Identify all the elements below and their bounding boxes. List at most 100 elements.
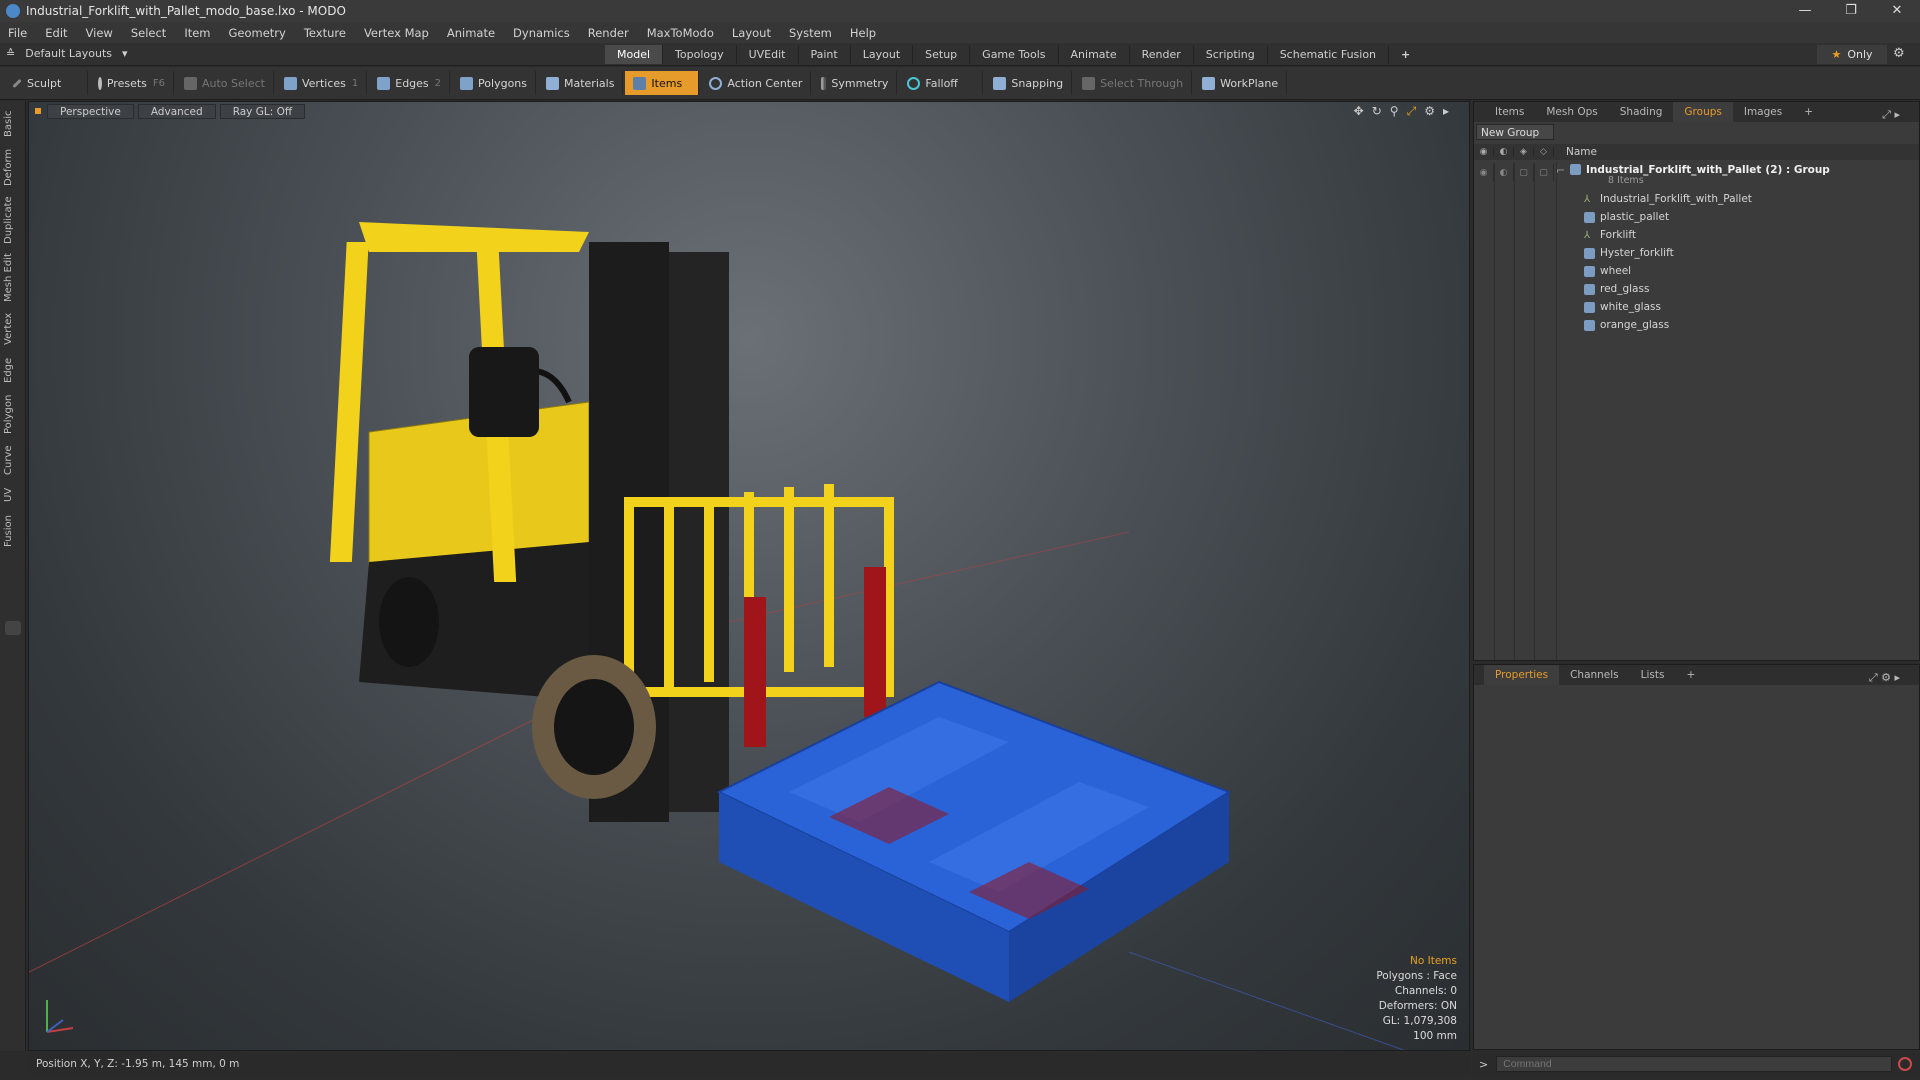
lock-icon[interactable]: ◐ (1494, 147, 1514, 157)
menu-geometry[interactable]: Geometry (229, 26, 286, 40)
restore-button[interactable]: ❐ (1828, 0, 1874, 22)
rotate-icon[interactable]: ↻ (1372, 104, 1382, 119)
tab-schematic-fusion[interactable]: Schematic Fusion (1268, 45, 1390, 64)
only-button[interactable]: ★ Only (1817, 45, 1887, 64)
vtab-basic[interactable]: Basic (3, 109, 23, 139)
row-eye-icon[interactable]: ◉ (1474, 164, 1494, 182)
menu-edit[interactable]: Edit (45, 26, 67, 40)
tab-game-tools[interactable]: Game Tools (970, 45, 1059, 64)
list-item[interactable]: ⅄ Industrial_Forklift_with_Pallet (1474, 190, 1919, 208)
tab-render[interactable]: Render (1130, 45, 1194, 64)
tab-layout[interactable]: Layout (851, 45, 914, 64)
falloff-button[interactable]: Falloff (899, 71, 984, 95)
row-select-icon[interactable]: ▢ (1534, 164, 1554, 182)
list-item[interactable]: Hyster_forklift (1474, 244, 1919, 262)
stop-icon[interactable] (1898, 1057, 1913, 1071)
items-button[interactable]: Items (625, 71, 700, 95)
add-properties-tab-button[interactable]: + (1675, 665, 1706, 685)
add-panel-tab-button[interactable]: + (1793, 102, 1824, 122)
tab-properties[interactable]: Properties (1484, 665, 1560, 685)
properties-settings-icon[interactable]: ⤢ ⚙ ▸ (1858, 668, 1911, 688)
vtab-polygon[interactable]: Polygon (3, 393, 23, 435)
menu-view[interactable]: View (86, 26, 113, 40)
menu-texture[interactable]: Texture (304, 26, 346, 40)
gear-icon[interactable]: ⚙ (1893, 46, 1905, 61)
list-item[interactable]: wheel (1474, 262, 1919, 280)
list-item[interactable]: ⅄ Forklift (1474, 226, 1919, 244)
workplane-button[interactable]: WorkPlane (1194, 71, 1288, 95)
zoom-icon[interactable]: ⚲ (1390, 104, 1399, 119)
collapse-icon[interactable]: ⌐ (1556, 164, 1570, 177)
tab-lists[interactable]: Lists (1630, 665, 1676, 685)
3d-viewport[interactable]: Perspective Advanced Ray GL: Off ✥ ↻ ⚲ ⤢… (28, 101, 1470, 1051)
vtab-edge[interactable]: Edge (3, 355, 23, 385)
tab-images[interactable]: Images (1733, 102, 1793, 122)
vtab-uv[interactable]: UV (3, 485, 23, 505)
add-tab-button[interactable]: + (1389, 45, 1422, 64)
menu-file[interactable]: File (8, 26, 27, 40)
tab-animate[interactable]: Animate (1059, 45, 1130, 64)
row-lock-icon[interactable]: ◐ (1494, 164, 1514, 182)
tab-channels[interactable]: Channels (1559, 665, 1630, 685)
sculpt-button[interactable]: Sculpt (4, 71, 88, 95)
tab-uvedit[interactable]: UVEdit (737, 45, 799, 64)
new-group-button[interactable]: New Group (1476, 124, 1554, 140)
action-center-button[interactable]: Action Center (701, 71, 812, 95)
layout-selector[interactable]: ≙ Default Layouts ▾ (6, 47, 128, 60)
vtab-duplicate[interactable]: Duplicate (3, 195, 23, 245)
viewport-gear-icon[interactable]: ⚙ (1424, 104, 1435, 119)
vtab-vertex[interactable]: Vertex (3, 311, 23, 347)
tab-paint[interactable]: Paint (799, 45, 851, 64)
select-icon[interactable]: ◇ (1534, 147, 1554, 157)
close-button[interactable]: ✕ (1874, 0, 1920, 22)
list-item[interactable]: white_glass (1474, 298, 1919, 316)
auto-select-button[interactable]: Auto Select (176, 71, 274, 95)
fit-icon[interactable]: ⤢ (1407, 104, 1417, 119)
menu-maxtomodo[interactable]: MaxToModo (647, 26, 714, 40)
list-item[interactable]: orange_glass (1474, 316, 1919, 334)
vtab-curve[interactable]: Curve (3, 443, 23, 477)
menu-item[interactable]: Item (184, 26, 210, 40)
row-render-icon[interactable]: ▢ (1514, 164, 1534, 182)
menu-layout[interactable]: Layout (732, 26, 771, 40)
render-icon[interactable]: ◈ (1514, 147, 1534, 157)
viewport-expand-icon[interactable]: ▸ (1443, 104, 1449, 119)
materials-button[interactable]: Materials (538, 71, 624, 95)
menu-select[interactable]: Select (131, 26, 166, 40)
group-row[interactable]: ◉ ◐ ▢ ▢ ⌐ Industrial_Forklift_with_Palle… (1474, 162, 1919, 190)
tab-toggle-button[interactable] (5, 621, 21, 635)
tab-mesh-ops[interactable]: Mesh Ops (1535, 102, 1608, 122)
tab-topology[interactable]: Topology (663, 45, 737, 64)
layout-collapse-icon[interactable]: ≙ (6, 47, 15, 60)
menu-help[interactable]: Help (850, 26, 876, 40)
vtab-fusion[interactable]: Fusion (3, 513, 23, 549)
menu-system[interactable]: System (789, 26, 832, 40)
menu-animate[interactable]: Animate (447, 26, 495, 40)
panel-expand-icon[interactable]: ⤢ ▸ (1871, 105, 1911, 125)
polygons-button[interactable]: Polygons (452, 71, 536, 95)
menu-vertex-map[interactable]: Vertex Map (364, 26, 429, 40)
minimize-button[interactable]: — (1782, 0, 1828, 22)
edges-button[interactable]: Edges 2 (369, 71, 451, 95)
vtab-deform[interactable]: Deform (3, 147, 23, 187)
list-item[interactable]: red_glass (1474, 280, 1919, 298)
eye-icon[interactable]: ◉ (1474, 147, 1494, 157)
presets-button[interactable]: Presets F6 (90, 71, 174, 95)
select-through-button[interactable]: Select Through (1074, 71, 1193, 95)
tab-model[interactable]: Model (605, 45, 664, 64)
tab-groups[interactable]: Groups (1673, 102, 1733, 122)
vtab-mesh-edit[interactable]: Mesh Edit (3, 253, 23, 303)
view-mode-button[interactable]: Perspective (47, 103, 134, 119)
tab-shading[interactable]: Shading (1609, 102, 1674, 122)
tab-scripting[interactable]: Scripting (1194, 45, 1268, 64)
snapping-button[interactable]: Snapping (985, 71, 1073, 95)
viewport-menu-icon[interactable] (35, 108, 41, 114)
list-item[interactable]: plastic_pallet (1474, 208, 1919, 226)
menu-render[interactable]: Render (588, 26, 629, 40)
tab-items[interactable]: Items (1484, 102, 1535, 122)
menu-dynamics[interactable]: Dynamics (513, 26, 570, 40)
pan-icon[interactable]: ✥ (1354, 104, 1364, 119)
tab-setup[interactable]: Setup (913, 45, 971, 64)
raygl-button[interactable]: Ray GL: Off (219, 103, 306, 119)
shading-mode-button[interactable]: Advanced (137, 103, 216, 119)
